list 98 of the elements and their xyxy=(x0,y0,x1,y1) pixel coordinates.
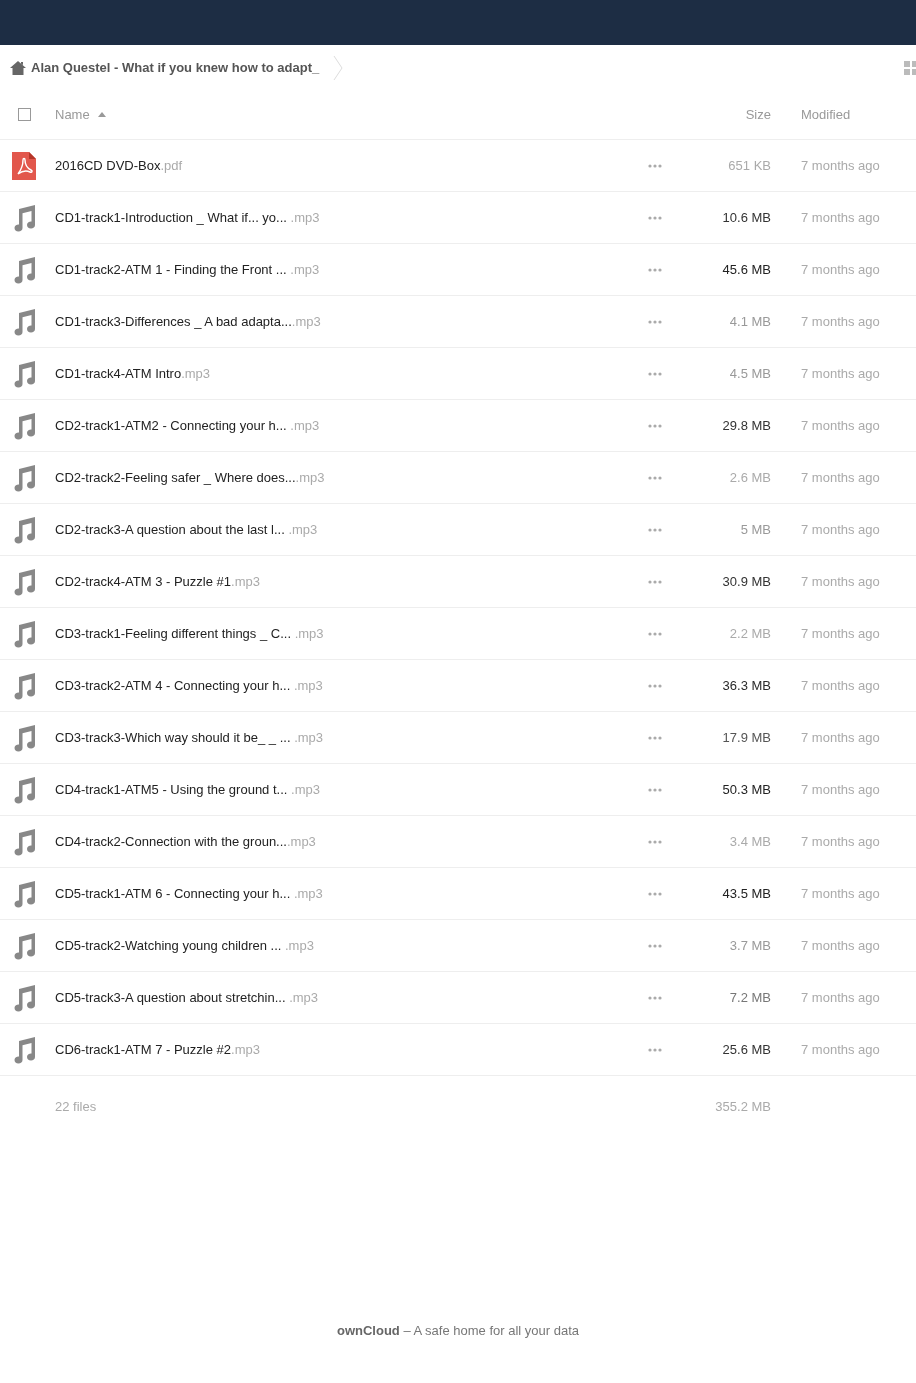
grid-view-icon[interactable] xyxy=(904,60,916,75)
file-size: 7.2 MB xyxy=(729,990,771,1005)
music-note-icon xyxy=(12,203,36,232)
modified-date: 7 months ago xyxy=(801,1042,880,1057)
music-note-icon xyxy=(12,515,36,544)
music-note-icon xyxy=(12,307,36,336)
chevron-icon xyxy=(333,54,344,81)
file-size: 43.5 MB xyxy=(722,886,771,901)
more-actions-icon[interactable] xyxy=(648,735,662,740)
more-actions-icon[interactable] xyxy=(648,423,662,428)
music-note-icon xyxy=(12,255,36,284)
file-size: 3.7 MB xyxy=(729,938,771,953)
file-name[interactable]: CD3-track3-Which way should it be_ _ ... .mp3 xyxy=(55,730,324,745)
file-name[interactable]: CD3-track1-Feeling different things _ C... .mp3 xyxy=(55,626,324,641)
file-size: 17.9 MB xyxy=(722,730,771,745)
more-actions-icon[interactable] xyxy=(648,579,662,584)
more-actions-icon[interactable] xyxy=(648,683,662,688)
file-name[interactable]: CD1-track1-Introduction _ What if... yo... .mp3 xyxy=(55,210,320,225)
modified-date: 7 months ago xyxy=(801,314,880,329)
file-size: 2.6 MB xyxy=(729,470,771,485)
file-size: 45.6 MB xyxy=(722,262,771,277)
file-name[interactable]: CD4-track1-ATM5 - Using the ground t... .mp3 xyxy=(55,782,320,797)
file-size: 30.9 MB xyxy=(722,574,771,589)
total-size: 355.2 MB xyxy=(715,1098,771,1114)
music-note-icon xyxy=(12,567,36,596)
file-size: 3.4 MB xyxy=(729,834,771,849)
more-actions-icon[interactable] xyxy=(648,995,662,1000)
file-name[interactable]: CD2-track1-ATM2 - Connecting your h... .mp3 xyxy=(55,418,320,433)
file-name[interactable]: 2016CD DVD-Box.pdf xyxy=(55,158,183,173)
file-name[interactable]: CD5-track3-A question about stretchin... .mp3 xyxy=(55,990,319,1005)
more-actions-icon[interactable] xyxy=(648,527,662,532)
more-actions-icon[interactable] xyxy=(648,1047,662,1052)
modified-date: 7 months ago xyxy=(801,418,880,433)
music-note-icon xyxy=(12,983,36,1012)
music-note-icon xyxy=(12,619,36,648)
file-name[interactable]: CD1-track4-ATM Intro.mp3 xyxy=(55,366,211,381)
modified-date: 7 months ago xyxy=(801,834,880,849)
breadcrumb-link[interactable]: Alan Questel - What if you knew how to adapt_ xyxy=(10,60,320,75)
file-size: 50.3 MB xyxy=(722,782,771,797)
modified-date: 7 months ago xyxy=(801,366,880,381)
music-note-icon xyxy=(12,463,36,492)
more-actions-icon[interactable] xyxy=(648,891,662,896)
music-note-icon xyxy=(12,671,36,700)
modified-date: 7 months ago xyxy=(801,574,880,589)
file-name[interactable]: CD6-track1-ATM 7 - Puzzle #2.mp3 xyxy=(55,1042,260,1057)
more-actions-icon[interactable] xyxy=(648,787,662,792)
more-actions-icon[interactable] xyxy=(648,475,662,480)
modified-date: 7 months ago xyxy=(801,678,880,693)
more-actions-icon[interactable] xyxy=(648,631,662,636)
file-name[interactable]: CD5-track1-ATM 6 - Connecting your h... .mp3 xyxy=(55,886,323,901)
file-name[interactable]: CD1-track3-Differences _ A bad adapta....mp3 xyxy=(55,314,321,329)
more-actions-icon[interactable] xyxy=(648,943,662,948)
music-note-icon xyxy=(12,359,36,388)
modified-date: 7 months ago xyxy=(801,730,880,745)
music-note-icon xyxy=(12,1035,36,1064)
home-icon xyxy=(10,60,26,75)
file-size: 651 KB xyxy=(728,158,771,173)
more-actions-icon[interactable] xyxy=(648,371,662,376)
more-actions-icon[interactable] xyxy=(648,267,662,272)
music-note-icon xyxy=(12,775,36,804)
file-size: 4.1 MB xyxy=(729,314,771,329)
music-note-icon xyxy=(12,931,36,960)
more-actions-icon[interactable] xyxy=(648,215,662,220)
more-actions-icon[interactable] xyxy=(648,839,662,844)
file-name[interactable]: CD3-track2-ATM 4 - Connecting your h... .mp3 xyxy=(55,678,323,693)
modified-date: 7 months ago xyxy=(801,522,880,537)
modified-date: 7 months ago xyxy=(801,210,880,225)
more-actions-icon[interactable] xyxy=(648,163,662,168)
footer-text: ownCloud – A safe home for all your data xyxy=(336,1323,580,1338)
select-all-checkbox[interactable] xyxy=(17,108,31,121)
file-size: 29.8 MB xyxy=(722,418,771,433)
file-name[interactable]: CD2-track2-Feeling safer _ Where does....mp3 xyxy=(55,470,325,485)
modified-date: 7 months ago xyxy=(801,782,880,797)
music-note-icon xyxy=(12,411,36,440)
pdf-file-icon xyxy=(12,151,36,180)
file-size: 2.2 MB xyxy=(729,626,771,641)
modified-date: 7 months ago xyxy=(801,626,880,641)
file-size: 5 MB xyxy=(740,522,771,537)
file-name[interactable]: CD5-track2-Watching young children ... .mp3 xyxy=(55,938,314,953)
music-note-icon xyxy=(12,879,36,908)
file-name[interactable]: CD4-track2-Connection with the groun....mp3 xyxy=(55,834,316,849)
modified-date: 7 months ago xyxy=(801,886,880,901)
file-count: 22 files xyxy=(55,1098,97,1114)
file-name[interactable]: CD2-track3-A question about the last l... .mp3 xyxy=(55,522,318,537)
music-note-icon xyxy=(12,723,36,752)
file-size: 4.5 MB xyxy=(729,366,771,381)
modified-date: 7 months ago xyxy=(801,158,880,173)
file-name[interactable]: CD2-track4-ATM 3 - Puzzle #1.mp3 xyxy=(55,574,260,589)
file-name[interactable]: CD1-track2-ATM 1 - Finding the Front ... .mp3 xyxy=(55,262,320,277)
file-size: 36.3 MB xyxy=(722,678,771,693)
music-note-icon xyxy=(12,827,36,856)
file-size: 10.6 MB xyxy=(722,210,771,225)
modified-date: 7 months ago xyxy=(801,990,880,1005)
more-actions-icon[interactable] xyxy=(648,319,662,324)
file-size: 25.6 MB xyxy=(722,1042,771,1057)
modified-date: 7 months ago xyxy=(801,470,880,485)
modified-date: 7 months ago xyxy=(801,938,880,953)
modified-date: 7 months ago xyxy=(801,262,880,277)
